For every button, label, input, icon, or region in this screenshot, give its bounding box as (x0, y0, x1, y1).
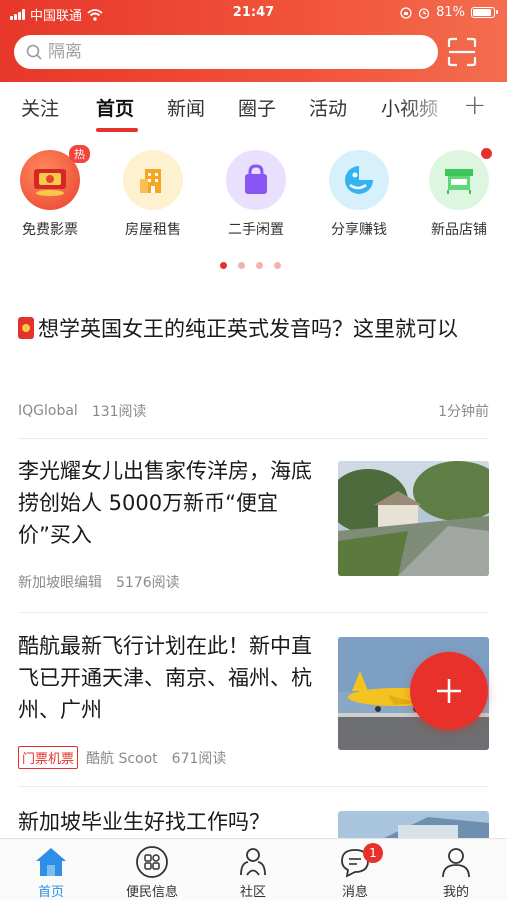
article-meta: IQGlobal 131阅读 1分钟前 (18, 401, 489, 421)
divider (18, 438, 489, 439)
battery-icon (471, 7, 498, 18)
article-source: 新加坡眼编辑 (18, 575, 102, 591)
share-earn-icon (329, 150, 389, 210)
message-icon: 1 (305, 843, 405, 879)
hot-badge: 热 (69, 145, 90, 163)
divider (18, 612, 489, 613)
red-envelope-icon (18, 317, 34, 339)
tab-news[interactable]: 新闻 (167, 94, 205, 121)
nav-community[interactable]: 社区 (203, 845, 303, 900)
article-source: IQGlobal (18, 403, 78, 419)
bottom-nav: 首页 便民信息 社区 1 消息 我的 (0, 838, 507, 900)
article-reads: 671阅读 (171, 750, 227, 767)
service-label: 分享赚钱 (331, 222, 387, 238)
nav-home[interactable]: 首页 (1, 845, 101, 900)
carousel-dot[interactable] (238, 262, 245, 269)
nav-label: 社区 (239, 885, 266, 900)
header: 中国联通 21:47 81% (0, 0, 507, 82)
grid-services-icon (102, 845, 202, 879)
plus-icon (437, 679, 461, 703)
message-badge: 1 (363, 843, 383, 863)
alarm-icon (418, 7, 430, 19)
carousel-dot[interactable] (274, 262, 281, 269)
scan-icon[interactable] (446, 36, 478, 68)
category-tag[interactable]: 门票机票 (18, 746, 79, 769)
article-card[interactable]: 新加坡毕业生好找工作吗？ (18, 806, 489, 841)
search-bar[interactable] (14, 35, 438, 69)
active-tab-indicator (96, 128, 138, 132)
service-label: 免费影票 (22, 222, 78, 238)
nav-label: 首页 (37, 885, 64, 900)
new-dot (481, 148, 492, 159)
tabs-fade (400, 82, 460, 128)
article-time: 1分钟前 (438, 404, 489, 420)
article-meta: 新加坡眼编辑 5176阅读 (18, 572, 180, 592)
building-icon (123, 150, 183, 210)
carousel-dot[interactable] (256, 262, 263, 269)
article-reads: 131阅读 (91, 404, 147, 420)
tab-circles[interactable]: 圈子 (238, 94, 276, 121)
nav-label: 消息 (341, 885, 368, 900)
battery-percent: 81% (436, 5, 465, 20)
status-bar: 中国联通 21:47 81% (0, 0, 507, 26)
search-input[interactable] (48, 42, 408, 62)
tab-follow[interactable]: 关注 (21, 94, 59, 121)
search-icon (26, 44, 42, 60)
divider (18, 786, 489, 787)
profile-icon (406, 845, 506, 879)
article-source: 酷航 Scoot (86, 750, 158, 767)
article-thumbnail (338, 811, 489, 841)
service-new-shops[interactable]: 新品店铺 (414, 148, 504, 239)
add-channel-icon[interactable]: + (463, 88, 486, 121)
rotation-lock-icon (400, 6, 412, 19)
shopping-bag-icon (226, 150, 286, 210)
service-label: 二手闲置 (228, 222, 284, 238)
article-meta: 门票机票 酷航 Scoot 671阅读 (18, 746, 226, 769)
article-reads: 5176阅读 (116, 575, 180, 591)
service-secondhand[interactable]: 二手闲置 (211, 150, 301, 239)
article-card[interactable]: 李光耀女儿出售家传洋房，海底捞创始人 5000万新币“便宜价”买入 新加坡眼编辑… (18, 455, 489, 591)
nav-label: 便民信息 (125, 885, 178, 900)
app-screen: 中国联通 21:47 81% 隔离 关注 首页 新闻 圈子 活动 + 热 免费影… (0, 0, 507, 900)
home-icon (1, 845, 101, 879)
nav-profile[interactable]: 我的 (406, 845, 506, 900)
service-label: 房屋租售 (125, 222, 181, 238)
service-housing[interactable]: 房屋租售 (108, 150, 198, 239)
community-icon (203, 845, 303, 879)
article-card[interactable]: 想学英国女王的纯正英式发音吗？这里就可以 IQGlobal 131阅读 1分钟前 (18, 313, 489, 420)
create-post-button[interactable] (410, 652, 488, 730)
article-title: 酷航最新飞行计划在此！新中直飞已开通天津、南京、福州、杭州、广州 (18, 634, 312, 722)
article-title: 想学英国女王的纯正英式发音吗？这里就可以 (18, 313, 489, 345)
tab-home[interactable]: 首页 (96, 94, 134, 121)
service-label: 新品店铺 (431, 222, 487, 238)
article-title: 李光耀女儿出售家传洋房，海底捞创始人 5000万新币“便宜价”买入 (18, 459, 312, 547)
nav-services[interactable]: 便民信息 (102, 845, 202, 900)
nav-messages[interactable]: 1 消息 (305, 843, 405, 900)
shop-stall-icon (429, 150, 489, 210)
article-thumbnail (338, 461, 489, 576)
article-title: 新加坡毕业生好找工作吗？ (18, 810, 270, 834)
service-grid: 热 免费影票 房屋租售 二手闲置 分享赚钱 新品店铺 (0, 145, 507, 245)
service-share-earn[interactable]: 分享赚钱 (314, 150, 404, 239)
nav-label: 我的 (442, 885, 469, 900)
carousel-dot[interactable] (220, 262, 227, 269)
service-free-tickets[interactable]: 热 免费影票 (5, 145, 95, 239)
carousel-dots (220, 262, 281, 269)
tab-events[interactable]: 活动 (309, 94, 347, 121)
